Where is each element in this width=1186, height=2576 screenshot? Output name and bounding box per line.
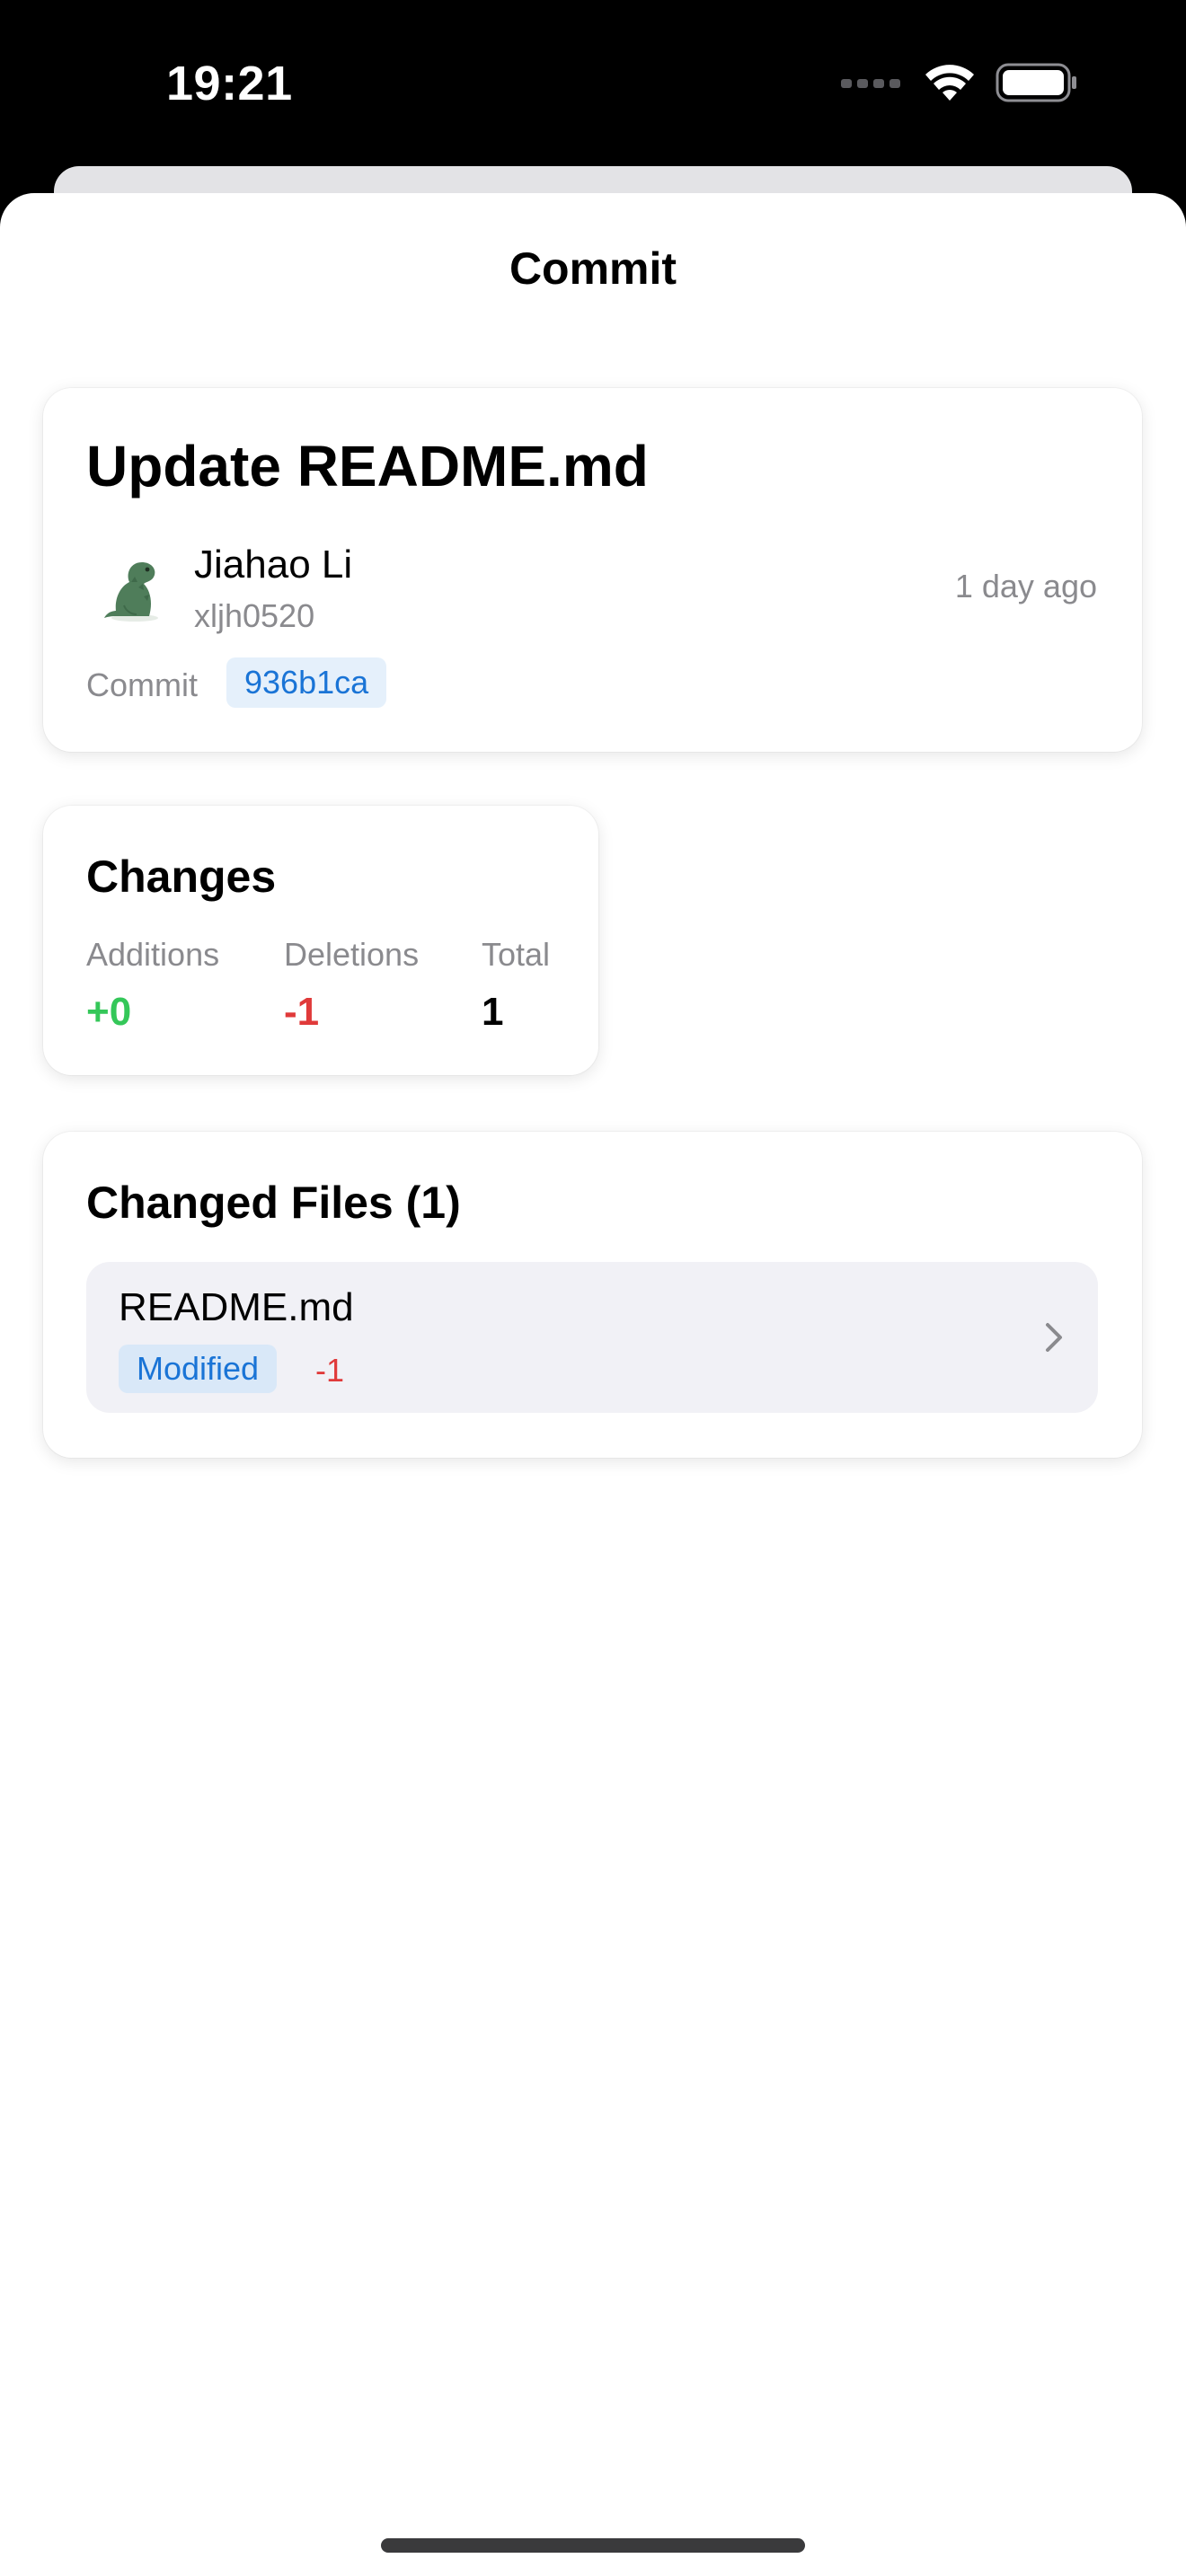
commit-sha-badge[interactable]: 936b1ca (226, 657, 387, 708)
file-name: README.md (119, 1285, 354, 1329)
deletions-stat: Deletions -1 (284, 936, 419, 1035)
deletions-value: -1 (284, 990, 320, 1034)
commit-title: Update README.md (86, 434, 649, 498)
status-bar: 19:21 (0, 0, 1186, 171)
cellular-signal-icon (841, 79, 900, 88)
page-title: Commit (509, 243, 677, 294)
file-status-badge: Modified (119, 1345, 278, 1393)
total-stat: Total 1 (482, 936, 550, 1035)
changes-title: Changes (86, 851, 277, 902)
author-name[interactable]: Jiahao Li (194, 543, 352, 587)
deletions-label: Deletions (284, 936, 420, 973)
commit-sha-label: Commit (86, 666, 198, 703)
chevron-right-icon (1046, 1323, 1062, 1352)
battery-icon (996, 63, 1076, 102)
total-value: 1 (482, 990, 504, 1034)
commit-sheet: Commit Update README.md Jiahao Li xljh05… (0, 193, 1186, 2576)
home-indicator[interactable] (381, 2538, 805, 2553)
additions-stat: Additions +0 (86, 936, 219, 1035)
additions-value: +0 (86, 990, 132, 1034)
additions-label: Additions (86, 936, 220, 973)
status-icons (839, 63, 1078, 102)
file-deletions: -1 (315, 1352, 345, 1389)
wifi-icon (925, 65, 974, 101)
commit-card: Update README.md Jiahao Li xljh0520 1 da… (43, 388, 1142, 752)
changes-card: Changes Additions +0 Deletions -1 Total … (43, 806, 598, 1075)
file-row[interactable]: README.md Modified -1 (86, 1262, 1098, 1413)
changed-files-title: Changed Files (1) (86, 1178, 461, 1228)
avatar-dinosaur[interactable] (99, 551, 171, 623)
status-time: 19:21 (166, 57, 293, 110)
changed-files-card: Changed Files (1) README.md Modified -1 (43, 1132, 1142, 1458)
total-label: Total (482, 936, 551, 973)
author-login: xljh0520 (194, 597, 315, 634)
commit-timestamp: 1 day ago (954, 568, 1097, 604)
